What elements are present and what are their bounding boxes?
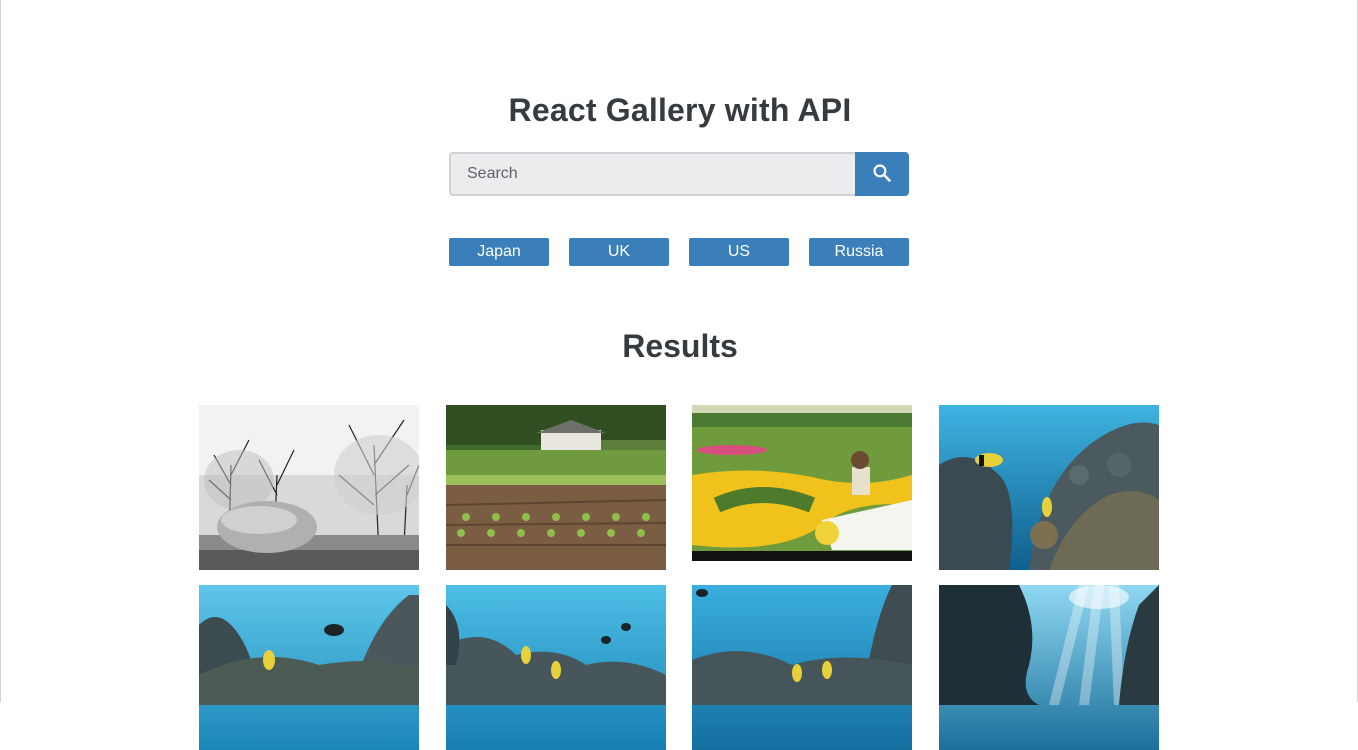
photo-tile[interactable] <box>692 405 913 570</box>
nav-button-uk[interactable]: UK <box>569 238 669 266</box>
photo-tile[interactable] <box>199 585 419 750</box>
search-icon <box>872 163 892 186</box>
photo-tile[interactable] <box>445 405 666 570</box>
photo-underwater-reef-2 <box>199 585 419 750</box>
search-form <box>449 152 909 196</box>
page-title: React Gallery with API <box>508 92 852 128</box>
results-title: Results <box>622 328 738 364</box>
photo-child-flower-garden <box>692 405 913 570</box>
nav-button-russia[interactable]: Russia <box>809 238 909 266</box>
photo-tile[interactable] <box>199 405 419 570</box>
topic-nav: Japan UK US Russia <box>449 238 909 266</box>
nav-button-japan[interactable]: Japan <box>449 238 549 266</box>
photo-bw-park-stone <box>199 405 419 570</box>
photo-tile[interactable] <box>692 585 913 750</box>
photo-underwater-reef-3 <box>445 585 666 750</box>
nav-button-us[interactable]: US <box>689 238 789 266</box>
search-button[interactable] <box>855 152 909 196</box>
photo-tile[interactable] <box>938 405 1159 570</box>
photo-underwater-sun-rays <box>938 585 1159 750</box>
browser-page: React Gallery with API Japan UK US Russi… <box>0 0 1358 750</box>
photo-gallery <box>199 405 1159 750</box>
search-input[interactable] <box>449 152 855 196</box>
photo-vegetable-field <box>445 405 666 570</box>
photo-tile[interactable] <box>445 585 666 750</box>
photo-underwater-reef-1 <box>938 405 1159 570</box>
photo-underwater-reef-4 <box>692 585 913 750</box>
photo-tile[interactable] <box>938 585 1159 750</box>
